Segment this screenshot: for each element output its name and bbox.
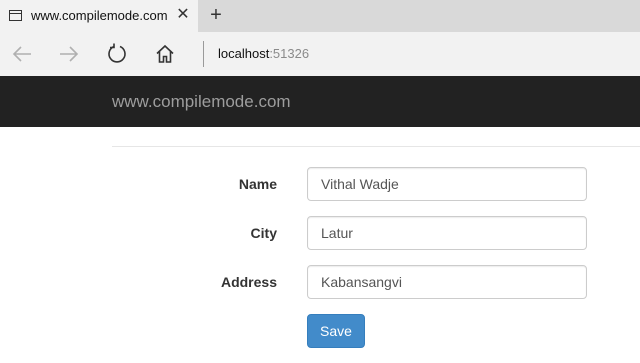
- home-icon[interactable]: [151, 40, 179, 68]
- site-header: www.compilemode.com: [0, 76, 640, 127]
- refresh-icon[interactable]: [103, 40, 131, 68]
- form-row-address: Address: [0, 265, 640, 299]
- address-port: :51326: [269, 46, 310, 61]
- forward-arrow-icon[interactable]: [55, 40, 83, 68]
- navigation-bar: localhost:51326: [0, 32, 640, 76]
- tab-title: www.compilemode.com: [31, 8, 168, 23]
- tab-close-icon[interactable]: ✕: [174, 6, 192, 24]
- address-input[interactable]: [307, 265, 587, 299]
- save-button[interactable]: Save: [307, 314, 365, 348]
- city-label: City: [250, 225, 277, 241]
- city-input[interactable]: [307, 216, 587, 250]
- new-tab-icon[interactable]: +: [205, 5, 227, 27]
- site-brand-link[interactable]: www.compilemode.com: [112, 92, 291, 112]
- tab-strip: www.compilemode.com ✕ +: [0, 0, 640, 32]
- toolbar-divider: [203, 41, 204, 67]
- page-icon: [9, 10, 22, 21]
- address-label: Address: [220, 274, 277, 290]
- form-row-city: City: [0, 216, 640, 250]
- form-row-name: Name: [0, 167, 640, 201]
- browser-tab[interactable]: www.compilemode.com ✕: [0, 0, 198, 32]
- name-label: Name: [238, 176, 277, 192]
- address-host: localhost: [218, 46, 270, 61]
- name-input[interactable]: [307, 167, 587, 201]
- address-bar[interactable]: localhost:51326: [218, 46, 309, 61]
- divider: [112, 146, 640, 147]
- back-arrow-icon[interactable]: [8, 40, 36, 68]
